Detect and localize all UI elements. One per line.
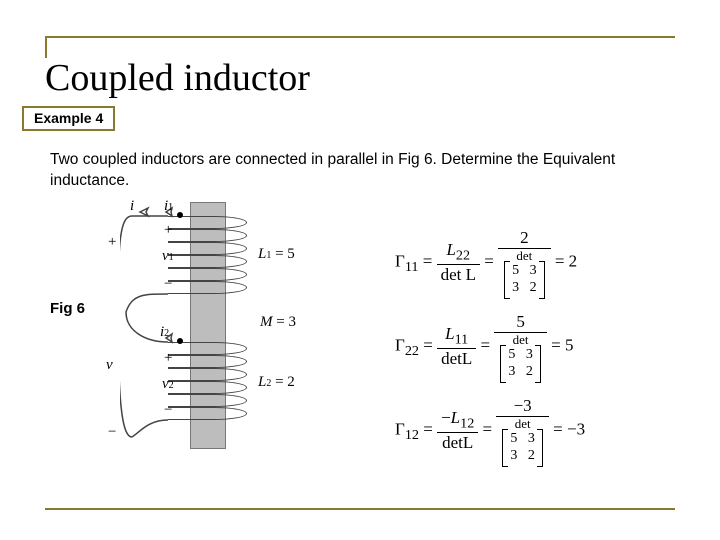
example-badge: Example 4 xyxy=(22,106,115,131)
label-plus: + xyxy=(108,234,116,251)
label-i: i xyxy=(130,198,134,215)
label-minus: − xyxy=(164,276,172,293)
label-M: M = 3 xyxy=(260,314,296,331)
label-v1: v1 xyxy=(162,248,174,265)
label-L2: L2 = 2 xyxy=(258,374,295,391)
slide-top-rule xyxy=(45,36,675,38)
label-v: v xyxy=(106,357,113,374)
equation-gamma11: Γ11 = L22 det L = 2 det 5 33 2 = 2 xyxy=(395,200,695,274)
equation-gamma12: Γ12 = −L12 detL = −3 det 5 33 2 = −3 xyxy=(395,368,695,442)
label-minus: − xyxy=(108,424,116,441)
label-plus: + xyxy=(164,350,172,367)
label-i2: i2 xyxy=(160,324,169,341)
equation-gamma22: Γ22 = L11 detL = 5 det 5 33 2 = 5 xyxy=(395,284,695,358)
label-v2: v2 xyxy=(162,376,174,393)
equations-block: Γ11 = L22 det L = 2 det 5 33 2 = 2 Γ22 xyxy=(395,200,695,442)
circuit-diagram: i i1 i2 + v1 − + v2 − + v − L1 = 5 M = 3… xyxy=(120,202,370,452)
slide-bottom-rule xyxy=(45,508,675,510)
label-i1: i1 xyxy=(164,198,173,215)
problem-statement: Two coupled inductors are connected in p… xyxy=(50,150,680,192)
page-title: Coupled inductor xyxy=(45,56,310,100)
wiring-svg xyxy=(120,202,370,452)
slide-top-rule-stub xyxy=(45,36,47,58)
label-plus: + xyxy=(164,222,172,239)
label-minus: − xyxy=(164,402,172,419)
label-L1: L1 = 5 xyxy=(258,246,295,263)
figure-label: Fig 6 xyxy=(50,300,85,317)
